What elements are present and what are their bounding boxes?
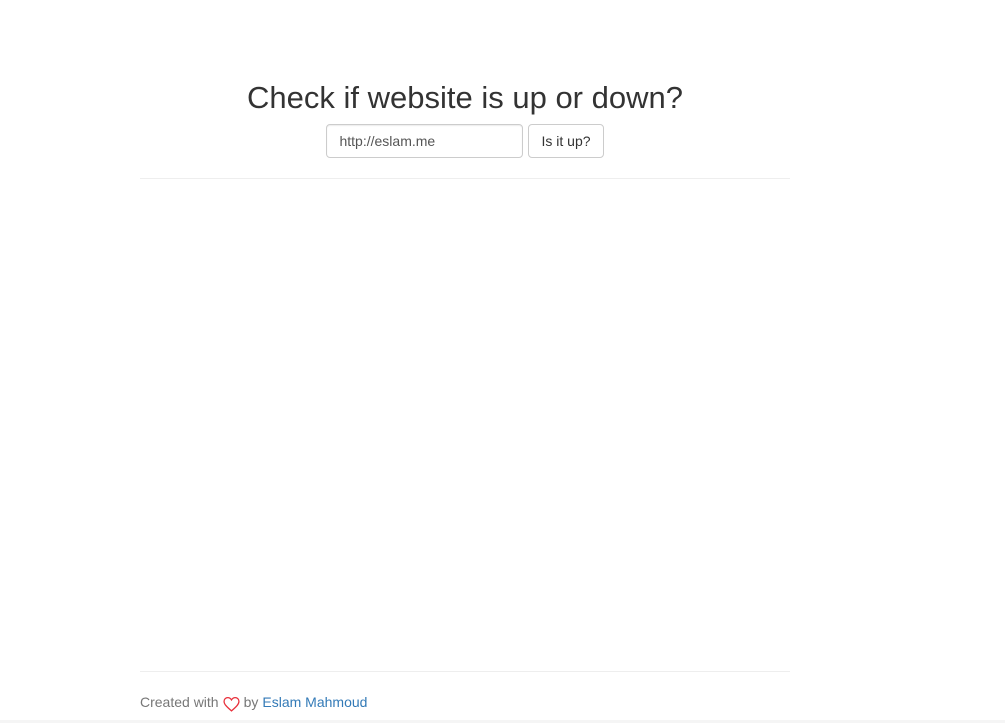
- footer-divider: [140, 671, 790, 672]
- footer: Created with by Eslam Mahmoud: [140, 692, 367, 712]
- author-link[interactable]: Eslam Mahmoud: [262, 692, 367, 712]
- footer-by-text: by: [243, 694, 259, 710]
- main-container: Check if website is up or down? Is it up…: [140, 0, 790, 723]
- page: Check if website is up or down? Is it up…: [0, 0, 1005, 723]
- check-form: Is it up?: [140, 124, 790, 158]
- url-input[interactable]: [326, 124, 524, 158]
- is-it-up-button[interactable]: Is it up?: [528, 124, 604, 158]
- heart-icon: [223, 696, 240, 713]
- footer-created-with-text: Created with: [140, 694, 219, 710]
- page-title: Check if website is up or down?: [247, 80, 683, 115]
- top-divider: [140, 178, 790, 179]
